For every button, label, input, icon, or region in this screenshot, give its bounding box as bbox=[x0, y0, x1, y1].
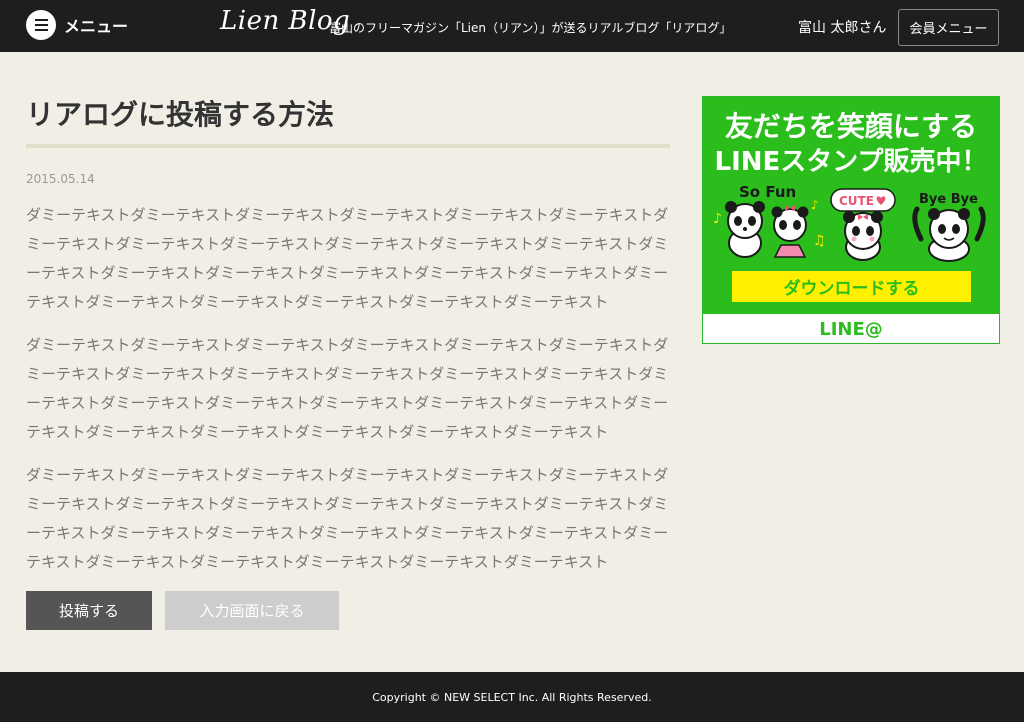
music-note-icon: ♫ bbox=[813, 233, 826, 249]
download-button[interactable]: ダウンロードする bbox=[732, 271, 971, 302]
panda-sticker bbox=[912, 206, 986, 262]
line-at-logo: LINE@ bbox=[703, 314, 999, 343]
sticker-label: So Fun bbox=[739, 183, 796, 201]
body-paragraph: ダミーテキストダミーテキストダミーテキストダミーテキストダミーテキストダミーテキ… bbox=[26, 336, 669, 441]
music-note-icon: ♪ bbox=[713, 211, 722, 227]
music-note-icon: ♪ bbox=[811, 198, 819, 212]
banner-headline: 友だちを笑顔にする bbox=[724, 110, 978, 143]
menu-label: メニュー bbox=[64, 17, 129, 36]
member-menu-button[interactable]: 会員メニュー bbox=[898, 9, 999, 46]
sticker-label: Bye Bye bbox=[919, 192, 978, 207]
site-tagline: 富山のフリーマガジン「Lien（リアン）」が送るリアルブログ「リアログ」 bbox=[329, 21, 732, 35]
site-header: メニュー Lien Blog 富山のフリーマガジン「Lien（リアン）」が送るリ… bbox=[0, 0, 1024, 52]
title-divider bbox=[26, 144, 670, 148]
line-stamp-banner[interactable]: 友だちを笑顔にする LINEスタンプ販売中！ So Fun CUTE Bye B… bbox=[702, 96, 1000, 344]
hamburger-icon bbox=[26, 10, 56, 40]
copyright-text: Copyright © NEW SELECT Inc. All Rights R… bbox=[372, 690, 652, 704]
post-body: ダミーテキストダミーテキストダミーテキストダミーテキストダミーテキストダミーテキ… bbox=[26, 201, 670, 577]
body-paragraph: ダミーテキストダミーテキストダミーテキストダミーテキストダミーテキストダミーテキ… bbox=[26, 466, 669, 571]
user-greeting: 富山 太郎さん bbox=[798, 20, 887, 36]
panda-sticker bbox=[771, 205, 809, 258]
panda-sticker bbox=[843, 211, 883, 261]
menu-button[interactable]: メニュー bbox=[26, 10, 128, 40]
form-actions: 投稿する 入力画面に戻る bbox=[26, 591, 339, 630]
body-paragraph: ダミーテキストダミーテキストダミーテキストダミーテキストダミーテキストダミーテキ… bbox=[26, 206, 669, 311]
post-date: 2015.05.14 bbox=[26, 172, 95, 186]
submit-post-button[interactable]: 投稿する bbox=[26, 591, 152, 630]
banner-subheadline: LINEスタンプ販売中！ bbox=[714, 147, 988, 177]
main-content: リアログに投稿する方法 2015.05.14 ダミーテキストダミーテキストダミー… bbox=[26, 90, 670, 591]
site-footer: Copyright © NEW SELECT Inc. All Rights R… bbox=[0, 672, 1024, 722]
back-to-input-button[interactable]: 入力画面に戻る bbox=[165, 591, 339, 630]
panda-sticker-illustration: So Fun CUTE Bye Bye ♪ ♫ ♪ bbox=[713, 183, 986, 262]
sticker-label: CUTE bbox=[839, 194, 874, 208]
panda-sticker bbox=[725, 201, 765, 258]
page-title: リアログに投稿する方法 bbox=[26, 98, 335, 131]
